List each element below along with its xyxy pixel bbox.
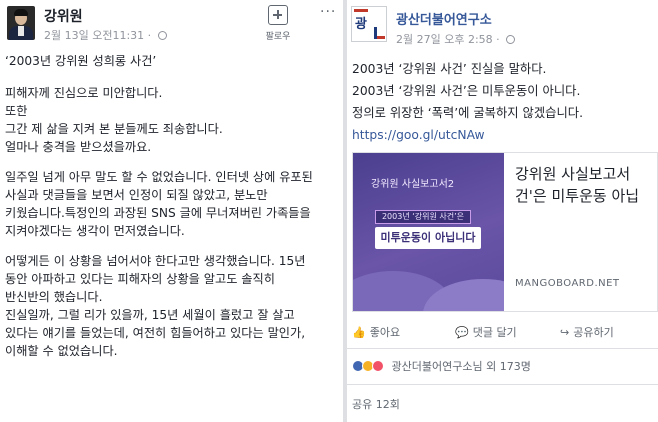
post-timestamp[interactable]: 2월 27일 오후 2:58 · xyxy=(396,31,516,47)
post-line: 얼마나 충격을 받으셨을까요. xyxy=(5,140,152,154)
post-line: 또한 xyxy=(5,104,28,118)
post-line: 있다는 얘기를 들었는데, 여전히 힘들어하고 있다는 말인가, xyxy=(5,326,306,340)
post-line: 정의로 위장한 ‘폭력’에 굴복하지 않겠습니다. xyxy=(352,106,583,120)
share-button[interactable]: ↪ 공유하기 xyxy=(560,324,614,340)
card-tag: 2003년 ‘강위원 사건’은 xyxy=(375,210,471,224)
post-line: 2003년 ‘강위원 사건’ 진실을 말하다. xyxy=(352,62,547,76)
globe-icon xyxy=(506,35,516,44)
card-kicker: 강위원 사실보고서2 xyxy=(371,179,455,190)
post-actions: 👍 좋아요 💬 댓글 달기 ↪ 공유하기 xyxy=(347,322,658,346)
post-line: 동안 아파하고 있다는 피해자의 상황을 알고도 솔직히 xyxy=(5,272,275,286)
right-post: 광 광산더불어연구소 2월 27일 오후 2:58 · 2003년 ‘강위원 사… xyxy=(347,0,658,422)
post-timestamp[interactable]: 2월 13일 오전11:31 · xyxy=(44,27,167,43)
card-title-line: 건'은 미투운동 아닙 xyxy=(515,187,640,205)
post-line: 어떻게든 이 상황을 넘어서야 한다고만 생각했습니다. 15년 xyxy=(5,254,306,268)
link-preview-card[interactable]: 강위원 사실보고서2 2003년 ‘강위원 사건’은 미투운동이 아닙니다 강위… xyxy=(352,152,658,312)
post-body: 2003년 ‘강위원 사건’ 진실을 말하다. 2003년 ‘강위원 사건’은 … xyxy=(352,58,658,146)
post-body: ‘2003년 강위원 성희롱 사건’ 피해자께 진심으로 미안합니다. 또한 그… xyxy=(5,52,339,360)
post-line: 반신반의 했습니다. xyxy=(5,290,103,304)
link-preview-image[interactable]: 강위원 사실보고서2 2003년 ‘강위원 사건’은 미투운동이 아닙니다 xyxy=(353,153,504,311)
post-line: 이해할 수 없었습니다. xyxy=(5,344,118,358)
post-title: ‘2003년 강위원 성희롱 사건’ xyxy=(5,54,157,68)
reactions-text[interactable]: 광산더불어연구소님 외 173명 xyxy=(392,360,531,373)
love-reaction-icon xyxy=(372,360,384,372)
follow-label: 팔로우 xyxy=(265,32,291,42)
comment-icon: 💬 xyxy=(455,326,469,339)
post-line: 사실과 댓글들을 보면서 인정이 되질 않았고, 분노만 xyxy=(5,188,268,202)
page-logo[interactable]: 광 xyxy=(351,6,387,42)
left-post: 강위원 2월 13일 오전11:31 · 팔로우 ··· ‘2003년 강위원 … xyxy=(0,0,343,422)
more-options-button[interactable]: ··· xyxy=(320,4,336,20)
comment-button[interactable]: 💬 댓글 달기 xyxy=(455,324,517,340)
post-line: 그간 제 삶을 지켜 본 분들께도 죄송합니다. xyxy=(5,122,223,136)
author-avatar[interactable] xyxy=(7,6,35,40)
post-line: 키웠습니다.특정인의 과장된 SNS 글에 무너져버린 가족들을 xyxy=(5,206,311,220)
post-line: 피해자께 진심으로 미안합니다. xyxy=(5,86,163,100)
post-line: 2003년 ‘강위원 사건’은 미투운동이 아니다. xyxy=(352,84,581,98)
reactions-summary[interactable]: 광산더불어연구소님 외 173명 xyxy=(352,358,531,374)
page-name[interactable]: 광산더불어연구소 xyxy=(396,9,492,28)
timestamp-text[interactable]: 2월 27일 오후 2:58 · xyxy=(396,33,503,46)
post-line: 지켜야겠다는 생각이 먼저였습니다. xyxy=(5,224,185,238)
timestamp-text[interactable]: 2월 13일 오전11:31 · xyxy=(44,29,155,42)
like-label: 좋아요 xyxy=(369,326,401,339)
card-title-line: 강위원 사실보고서 xyxy=(515,165,631,183)
thumbs-up-icon: 👍 xyxy=(352,326,366,339)
card-main-text: 미투운동이 아닙니다 xyxy=(375,227,481,249)
post-line: 일주일 넘게 아무 말도 할 수 없었습니다. 인터넷 상에 유포된 xyxy=(5,170,313,184)
follow-plus-icon xyxy=(268,5,288,25)
like-button[interactable]: 👍 좋아요 xyxy=(352,324,400,340)
follow-button[interactable]: 팔로우 xyxy=(263,5,293,42)
comment-label: 댓글 달기 xyxy=(472,326,517,339)
author-name[interactable]: 강위원 xyxy=(44,6,83,26)
card-domain: MANGOBOARD.NET xyxy=(515,278,620,289)
globe-icon xyxy=(157,31,167,40)
post-line: 진실일까, 그럴 리가 있을까, 15년 세월이 흘렀고 잘 살고 xyxy=(5,308,295,322)
shares-count[interactable]: 공유 12회 xyxy=(352,396,400,412)
share-label: 공유하기 xyxy=(573,326,614,339)
card-title[interactable]: 강위원 사실보고서 건'은 미투운동 아닙 xyxy=(515,163,639,207)
share-icon: ↪ xyxy=(560,326,570,339)
actions-divider xyxy=(347,348,658,349)
reactions-divider xyxy=(347,384,658,385)
post-link[interactable]: https://goo.gl/utcNAw xyxy=(352,124,658,146)
